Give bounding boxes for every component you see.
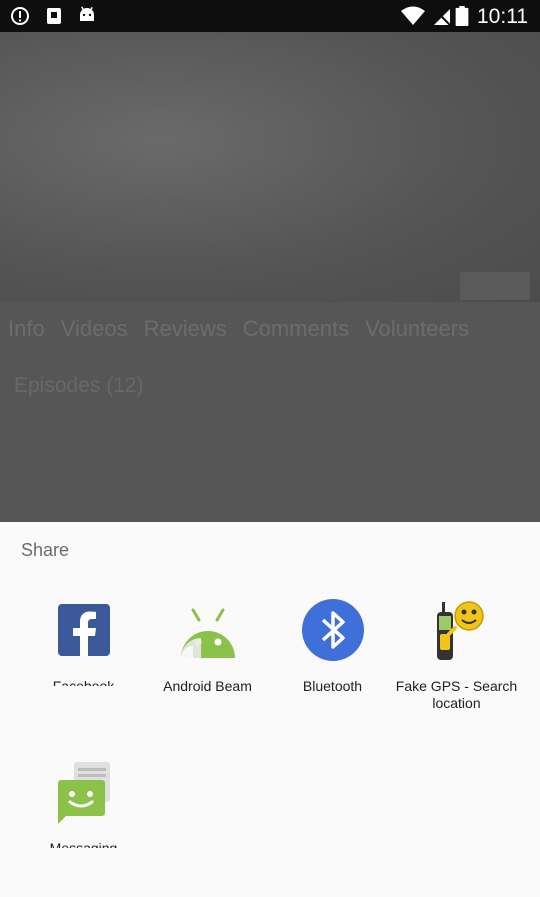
android-beam-icon bbox=[176, 598, 240, 662]
app-label-fake-gps: Fake GPS - Search location bbox=[395, 678, 518, 711]
share-target-bluetooth[interactable]: Bluetooth bbox=[270, 598, 395, 695]
app-label-messaging: Messaging bbox=[49, 840, 118, 848]
tab-volunteers: Volunteers bbox=[365, 316, 470, 341]
background-badge bbox=[460, 272, 530, 300]
share-target-android-beam[interactable]: Android Beam bbox=[145, 598, 270, 695]
share-title: Share bbox=[21, 540, 70, 560]
background-tabs: Info Videos Reviews Comments Volunteers bbox=[8, 316, 469, 342]
gps-device-icon bbox=[425, 598, 489, 662]
alert-circle-icon bbox=[11, 7, 29, 25]
episodes-heading: Episodes (12) bbox=[14, 374, 144, 397]
tab-reviews: Reviews bbox=[143, 316, 227, 341]
share-sheet: Share Facebook Android Beam Bluetooth Fa… bbox=[0, 522, 540, 897]
wifi-icon bbox=[401, 6, 425, 25]
share-target-fake-gps[interactable]: Fake GPS - Search location bbox=[394, 598, 519, 712]
battery-icon bbox=[455, 6, 469, 26]
no-sim-icon bbox=[433, 8, 451, 26]
tab-videos: Videos bbox=[60, 316, 128, 341]
background-app: Info Videos Reviews Comments Volunteers … bbox=[0, 32, 540, 522]
app-label-android-beam: Android Beam bbox=[163, 678, 252, 694]
clock: 10:11 bbox=[477, 5, 528, 28]
tab-info: Info bbox=[8, 316, 45, 341]
status-bar: 10:11 bbox=[0, 0, 540, 32]
share-target-messaging[interactable]: Messaging bbox=[21, 760, 146, 848]
background-banner bbox=[0, 32, 540, 302]
android-icon bbox=[80, 6, 94, 21]
facebook-icon bbox=[52, 598, 116, 662]
messaging-icon bbox=[52, 760, 116, 824]
app-label-facebook: Facebook bbox=[52, 678, 115, 686]
share-target-facebook[interactable]: Facebook bbox=[21, 598, 146, 686]
tab-comments: Comments bbox=[242, 316, 350, 341]
app-label-bluetooth: Bluetooth bbox=[302, 678, 363, 694]
lock-icon bbox=[47, 8, 61, 24]
bluetooth-icon bbox=[301, 598, 365, 662]
